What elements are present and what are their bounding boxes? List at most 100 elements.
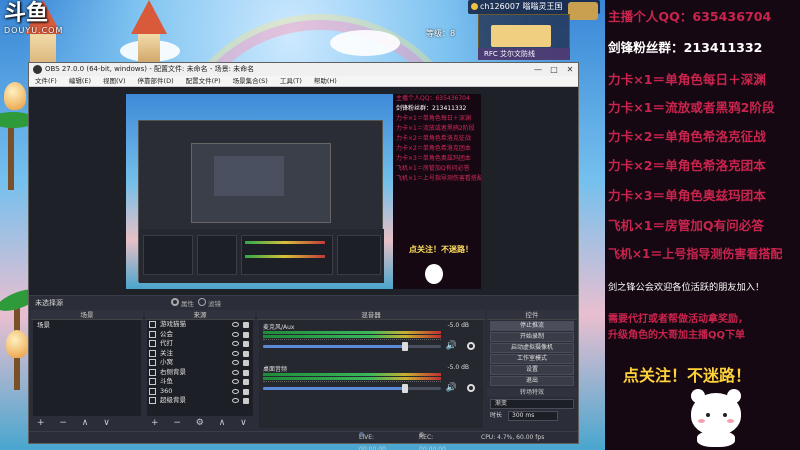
- volume-slider[interactable]: [263, 342, 441, 351]
- lock-icon[interactable]: [243, 379, 249, 385]
- transition-select[interactable]: 渐变: [490, 399, 574, 409]
- maximize-button[interactable]: □: [546, 63, 562, 76]
- nested-obs-preview-3: [214, 156, 284, 196]
- bear-blush: [698, 419, 705, 423]
- bear-head: [691, 393, 741, 435]
- speaker-icon[interactable]: 🔊: [446, 383, 457, 393]
- guild-welcome-text: 剑之锋公会欢迎各位活跃的朋友加入！: [608, 282, 765, 293]
- bear-blush: [727, 419, 734, 423]
- properties-button[interactable]: 属性: [181, 297, 194, 311]
- volume-slider[interactable]: [263, 384, 441, 393]
- controls-dock: 控件 停止推流 开始录制 启动虚拟摄像机 工作室模式 设置 退出 转场特效 渐变…: [487, 310, 577, 430]
- scenes-toolbar[interactable]: + − ∧ ∨: [33, 417, 141, 430]
- lock-icon[interactable]: [243, 369, 249, 376]
- duration-input[interactable]: 300 ms: [508, 411, 558, 421]
- filters-button[interactable]: 滤镜: [208, 297, 221, 311]
- volume-fill: [263, 387, 406, 390]
- eye-icon[interactable]: [232, 369, 239, 375]
- volume-fill: [263, 345, 406, 348]
- settings-button[interactable]: 设置: [490, 365, 574, 375]
- bear-eye: [706, 413, 710, 417]
- virtual-camera-button[interactable]: 启动虚拟摄像机: [490, 343, 574, 353]
- volume-knob[interactable]: [402, 342, 409, 351]
- preview-overlay-line: 力卡×2＝单角色希洛克征战: [396, 135, 471, 142]
- inventory-bag-icon[interactable]: [568, 2, 598, 20]
- douyu-logo: 斗鱼 DOUYU.COM: [4, 2, 62, 44]
- gear-icon[interactable]: [467, 342, 475, 350]
- menu-file[interactable]: 文件(F): [29, 76, 63, 86]
- nested-docks: [139, 229, 384, 283]
- source-item[interactable]: 斗鱼: [147, 377, 253, 387]
- source-label: 关注: [160, 348, 173, 357]
- overlay-line: 力卡×3＝单角色奥兹玛团本: [608, 188, 766, 203]
- source-toolbar: 未选择源 属性 滤镜: [29, 295, 578, 309]
- nested-meter: [245, 241, 325, 244]
- duration-label: 时长: [490, 412, 503, 419]
- text-source-icon: [149, 330, 156, 338]
- close-button[interactable]: ✕: [562, 63, 578, 76]
- rec-time: REC: 00:00:00: [419, 434, 446, 450]
- overlay-line: 力卡×1＝流放或者黑鸦2阶段: [608, 100, 775, 115]
- menu-profile[interactable]: 配置文件(P): [180, 76, 227, 86]
- source-item[interactable]: 小窝: [147, 358, 253, 368]
- lock-icon[interactable]: [243, 341, 249, 347]
- lock-icon[interactable]: [243, 322, 249, 328]
- overlay-line: 力卡×1＝单角色每日＋深渊: [608, 72, 766, 87]
- source-label: 代打: [160, 339, 173, 347]
- sources-dock: 来源 游戏猫猫 公会 代打 关注 小窝 右侧背景 斗鱼 360 超级背景 + −…: [145, 310, 255, 430]
- window-source-icon: [149, 387, 156, 395]
- no-source-label: 未选择源: [35, 299, 63, 307]
- lock-icon[interactable]: [243, 360, 249, 366]
- minimize-button[interactable]: —: [530, 63, 546, 76]
- lock-icon[interactable]: [243, 398, 249, 404]
- menu-view[interactable]: 视图(V): [97, 76, 132, 86]
- player-level: 等级：8: [426, 29, 456, 38]
- menu-docks[interactable]: 停靠部件(D): [132, 76, 180, 86]
- scene-item[interactable]: 场景: [33, 320, 141, 330]
- lock-icon[interactable]: [243, 331, 249, 338]
- preview-overlay-line: 剑锋粉丝群：213411332: [396, 105, 467, 112]
- source-item[interactable]: 关注: [147, 349, 253, 359]
- obs-title-bar: OBS 27.0.0 (64-bit, windows) - 配置文件: 未命名…: [29, 63, 578, 76]
- eye-icon[interactable]: [232, 398, 239, 403]
- gear-icon[interactable]: [171, 298, 179, 306]
- sources-toolbar[interactable]: + − ⚙ ∧ ∨: [147, 417, 253, 430]
- volume-knob[interactable]: [402, 384, 409, 393]
- eye-icon[interactable]: [232, 360, 239, 365]
- bear-body: [697, 431, 735, 447]
- source-item[interactable]: 公会: [147, 330, 253, 340]
- source-item[interactable]: 代打: [147, 339, 253, 349]
- speaker-icon[interactable]: 🔊: [446, 341, 457, 351]
- lock-icon[interactable]: [243, 350, 249, 357]
- source-label: 超级背景: [160, 396, 186, 404]
- menu-help[interactable]: 帮助(H): [308, 76, 343, 86]
- preview-area[interactable]: 主播个人QQ：635436704 剑锋粉丝群：213411332 力卡×1＝单角…: [29, 87, 578, 295]
- menu-scene-collection[interactable]: 场景集合(S): [227, 76, 274, 86]
- preview-overlay-line: 飞机×1＝房管加Q有问必答: [396, 165, 470, 172]
- source-item[interactable]: 右侧背景: [147, 368, 253, 378]
- source-item[interactable]: 360: [147, 387, 253, 397]
- source-item[interactable]: 超级背景: [147, 396, 253, 406]
- exit-button[interactable]: 退出: [490, 376, 574, 386]
- eye-icon[interactable]: [232, 388, 239, 394]
- lock-icon[interactable]: [243, 388, 249, 395]
- studio-mode-button[interactable]: 工作室模式: [490, 354, 574, 364]
- eye-icon[interactable]: [232, 341, 239, 346]
- stop-streaming-button[interactable]: 停止推流: [490, 321, 574, 331]
- level-meter: [263, 331, 441, 334]
- eye-icon[interactable]: [232, 322, 239, 327]
- game-character: [4, 82, 26, 110]
- meter-scale: [263, 381, 441, 385]
- menu-edit[interactable]: 编辑(E): [63, 76, 97, 86]
- stream-info-overlay: 主播个人QQ：635436704 剑锋粉丝群：213411332 力卡×1＝单角…: [605, 0, 800, 450]
- menu-tools[interactable]: 工具(T): [274, 76, 308, 86]
- filter-icon[interactable]: [198, 298, 206, 306]
- gear-icon[interactable]: [467, 384, 475, 392]
- eye-icon[interactable]: [232, 350, 239, 356]
- preview-canvas[interactable]: 主播个人QQ：635436704 剑锋粉丝群：213411332 力卡×1＝单角…: [126, 94, 481, 289]
- source-item[interactable]: 游戏猫猫: [147, 320, 253, 330]
- eye-icon[interactable]: [232, 379, 239, 384]
- eye-icon[interactable]: [232, 331, 239, 337]
- cloud-decoration: [330, 30, 400, 56]
- start-recording-button[interactable]: 开始录制: [490, 332, 574, 342]
